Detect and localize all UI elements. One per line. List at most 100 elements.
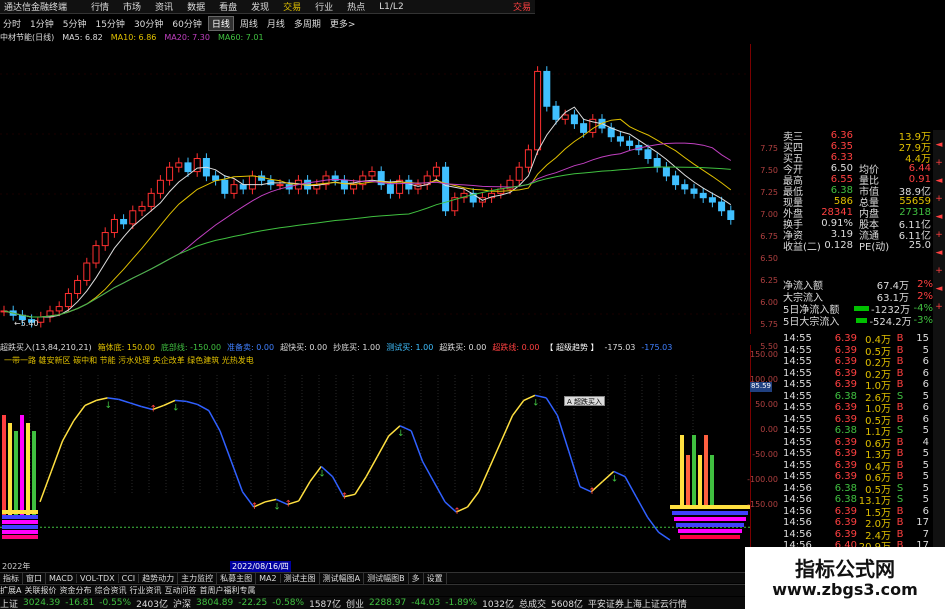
oscillator-segment (478, 466, 491, 493)
fund-flow-pct: 2% (917, 278, 933, 290)
menu-market[interactable]: 行情 (91, 0, 109, 13)
quote-value: 6.50 (830, 163, 853, 174)
indicator-tab[interactable]: 多 (409, 572, 424, 584)
tab-30min[interactable]: 30分钟 (131, 17, 166, 30)
menu-trade[interactable]: 交易 (283, 0, 301, 13)
quote-value: 0.91% (821, 218, 853, 229)
candle-body (166, 166, 174, 181)
sidebar-button-icon[interactable]: + (934, 194, 944, 206)
candle-body (616, 136, 624, 142)
signal-bar (698, 455, 702, 505)
quote-value: 25.0 (908, 240, 931, 251)
status-tab[interactable]: 行业资讯 (129, 585, 161, 596)
tab-intraday[interactable]: 分时 (0, 17, 24, 30)
candle-body (607, 127, 615, 138)
indicator-tab[interactable]: MA2 (256, 573, 281, 583)
sidebar-button-icon[interactable]: ◄ (934, 248, 944, 260)
indicator-tab[interactable]: MACD (46, 573, 77, 583)
tab-monthly[interactable]: 月线 (264, 17, 288, 30)
menu-exchange[interactable]: 市场 (123, 0, 141, 13)
oscillator-segment (511, 399, 525, 417)
sidebar-button-icon[interactable]: ◄ (934, 176, 944, 188)
candle-body (672, 175, 680, 186)
tick-side: B (896, 528, 904, 540)
sidebar-button-icon[interactable]: ◄ (934, 140, 944, 152)
tab-1min[interactable]: 1分钟 (27, 17, 57, 30)
candle-body (74, 279, 82, 295)
indicator-tab[interactable]: 指标 (0, 572, 23, 584)
kline-chart[interactable]: ←5.40 (0, 44, 750, 334)
sidebar-button-icon[interactable]: ◄ (934, 212, 944, 224)
candle-body (129, 210, 137, 225)
indicator-tab[interactable]: 设置 (424, 572, 447, 584)
sidebar-button-icon[interactable]: + (934, 230, 944, 242)
fund-flow-value: -524.2万 (869, 316, 912, 328)
menu-level[interactable]: L1/L2 (379, 2, 404, 12)
tab-5min[interactable]: 5分钟 (60, 17, 90, 30)
sidebar-button-icon[interactable]: + (934, 158, 944, 170)
indicator-tab[interactable]: 测试幅图A (320, 572, 365, 584)
status-tab[interactable]: 关联报价 (24, 585, 56, 596)
indicator-chart[interactable]: ↓ ↑ ↓ ↑ ↓ ↑ ↓ ↑ ↓ ↑ ↓ ↑ ↓ (0, 345, 750, 555)
tab-weekly[interactable]: 周线 (237, 17, 261, 30)
status-tab[interactable]: 首周户福利专属 (199, 585, 255, 596)
indicator-tab[interactable]: VOL-TDX (77, 573, 119, 583)
fund-flow-bar (855, 317, 868, 323)
tick-price: 6.39 (834, 413, 857, 425)
indicator-tab[interactable]: 主力监控 (178, 572, 218, 584)
tick-time: 14:56 (783, 517, 812, 529)
tick-side: B (896, 413, 904, 425)
quote-row: 收益(二) 0.128 PE(动) 25.0 (783, 240, 933, 253)
tab-15min[interactable]: 15分钟 (92, 17, 127, 30)
candle-body (350, 184, 358, 190)
tick-price: 6.39 (834, 528, 857, 540)
quote-value: 6.36 (830, 130, 853, 141)
candle-body (386, 184, 394, 194)
sell-arrow: ↓ (172, 403, 180, 413)
bottom-stack-bar (674, 517, 746, 521)
status-tab[interactable]: 综合资讯 (94, 585, 126, 596)
menu-news[interactable]: 资讯 (155, 0, 173, 13)
oscillator-segment (433, 481, 446, 503)
menu-watch[interactable]: 看盘 (219, 0, 237, 13)
candle-body (368, 171, 376, 177)
trade-link[interactable]: 交易 (513, 0, 535, 13)
title-bar: 通达信金融终端 行情 市场 资讯 数据 看盘 发现 交易 行业 热点 L1/L2… (0, 0, 535, 14)
period-tabs: 分时 1分钟 5分钟 15分钟 30分钟 60分钟 日线 周线 月线 多周期 更… (0, 15, 355, 31)
indicator-tab[interactable]: 测试幅图B (364, 572, 409, 584)
indicator-tab[interactable]: 私募主图 (217, 572, 257, 584)
status-tab[interactable]: 互动问答 (164, 585, 196, 596)
buy-arrow: ↑ (588, 487, 596, 497)
tab-daily[interactable]: 日线 (207, 15, 234, 31)
candle-body (110, 218, 118, 234)
status-tab[interactable]: 资金分布 (59, 585, 91, 596)
indicator-info-line: 超跌买入(13,84,210,21) 箱体底: 150.00 底部线: -150.0… (0, 342, 750, 353)
oscillator-segment (646, 516, 660, 533)
indicator-tab[interactable]: 测试主图 (281, 572, 320, 584)
tab-more[interactable]: 更多> (327, 17, 359, 30)
fund-flow-panel: 净流入额 67.4万 2% 大宗流入 63.1万 2% 5日净流入额 -1232万 -4% 5日大… (783, 278, 933, 330)
oscillator-segment (84, 399, 97, 407)
indicator-tab[interactable]: 窗口 (23, 572, 46, 584)
tick-list[interactable]: 14:55 6.39 0.4万 B 15 14:55 6.39 0.5万 B 5 14:55 6.39… (783, 333, 933, 583)
menu-discover[interactable]: 发现 (251, 0, 269, 13)
tick-price: 6.39 (834, 379, 857, 391)
quote-value: 3.19 (830, 229, 853, 240)
tab-60min[interactable]: 60分钟 (169, 17, 204, 30)
menu-industry[interactable]: 行业 (315, 0, 333, 13)
indicator-tab[interactable]: CCI (119, 573, 140, 583)
status-tab[interactable]: 扩展A (0, 585, 21, 596)
candle-body (156, 179, 164, 194)
signal-tooltip[interactable]: A 超跌买入 (564, 396, 606, 406)
menu-hotspot[interactable]: 热点 (347, 0, 365, 13)
tick-side: B (896, 333, 904, 345)
sidebar-button-icon[interactable]: + (934, 266, 944, 278)
sidebar-button-icon[interactable]: + (934, 302, 944, 314)
sidebar-button-icon[interactable]: ◄ (934, 284, 944, 296)
tab-multi-period[interactable]: 多周期 (291, 17, 324, 30)
oscillator-segment (489, 440, 502, 467)
indicator-tab[interactable]: 趋势动力 (139, 572, 179, 584)
candle-body (580, 123, 588, 133)
oscillator-segment (208, 410, 221, 432)
menu-data[interactable]: 数据 (187, 0, 205, 13)
